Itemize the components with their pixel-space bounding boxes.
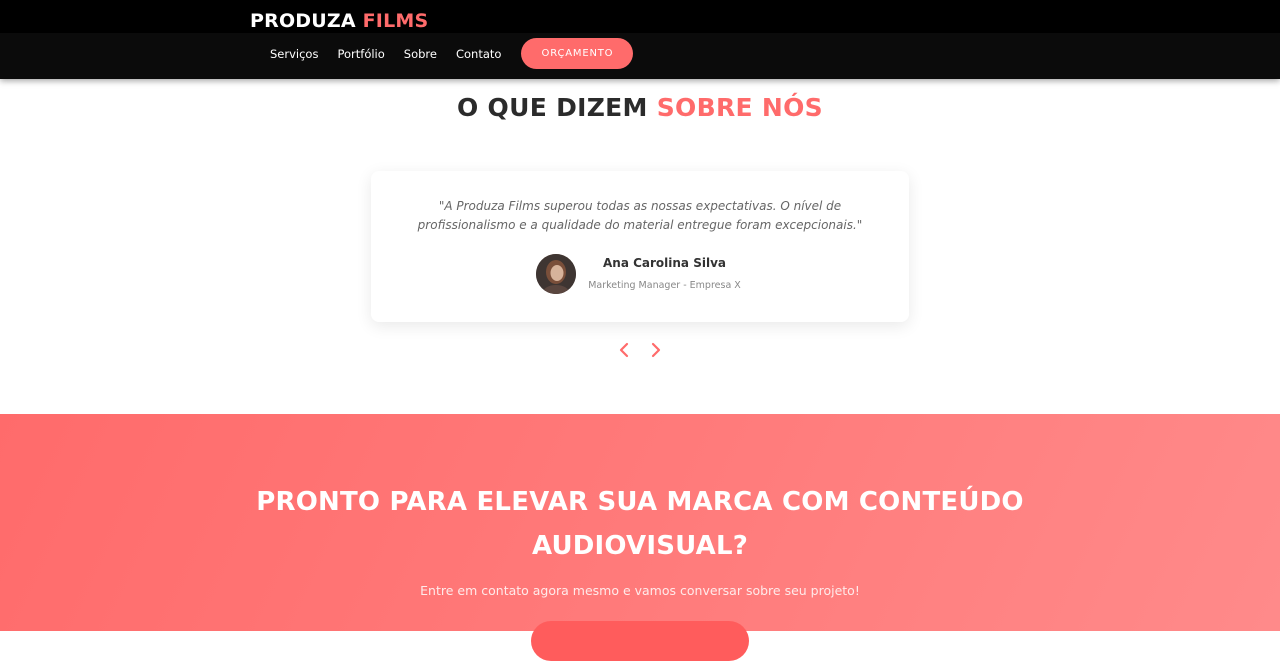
site-header: PRODUZA FILMS Serviços Portfólio Sobre C… xyxy=(0,0,1280,79)
chevron-right-icon xyxy=(651,342,661,358)
testimonial-role: Marketing Manager - Empresa X xyxy=(588,280,741,291)
orcamento-button[interactable]: ORÇAMENTO xyxy=(521,38,634,69)
cta-section: PRONTO PARA ELEVAR SUA MARCA COM CONTEÚD… xyxy=(0,414,1280,661)
cta-subtitle: Entre em contato agora mesmo e vamos con… xyxy=(420,583,860,598)
carousel-next-button[interactable] xyxy=(645,339,667,361)
nav-link-portfolio[interactable]: Portfólio xyxy=(337,47,384,61)
logo-accent-text: FILMS xyxy=(362,10,429,32)
avatar-portrait-icon xyxy=(536,254,576,294)
orcamento-button-label: ORÇAMENTO xyxy=(541,48,614,59)
avatar xyxy=(536,254,576,294)
carousel-prev-button[interactable] xyxy=(613,339,635,361)
testimonial-author: Ana Carolina Silva xyxy=(602,256,726,270)
cta-contact-button[interactable] xyxy=(531,621,749,661)
nav-link-servicos[interactable]: Serviços xyxy=(270,47,318,61)
nav-link-contato[interactable]: Contato xyxy=(456,47,501,61)
testimonials-title: O QUE DIZEM SOBRE NÓS xyxy=(0,90,1280,126)
cta-title: PRONTO PARA ELEVAR SUA MARCA COM CONTEÚD… xyxy=(256,487,1024,561)
testimonials-title-accent: SOBRE NÓS xyxy=(656,93,823,122)
logo[interactable]: PRODUZA FILMS xyxy=(250,10,428,32)
nav-link-sobre[interactable]: Sobre xyxy=(404,47,437,61)
header-top-bar xyxy=(0,0,1280,33)
testimonial-card: "A Produza Films superou todas as nossas… xyxy=(371,171,909,322)
testimonials-title-main: O QUE DIZEM xyxy=(457,93,648,122)
main-nav: Serviços Portfólio Sobre Contato ORÇAMEN… xyxy=(270,38,634,69)
testimonial-quote: "A Produza Films superou todas as nossas… xyxy=(417,199,863,232)
logo-main-text: PRODUZA xyxy=(250,10,356,32)
chevron-left-icon xyxy=(619,342,629,358)
